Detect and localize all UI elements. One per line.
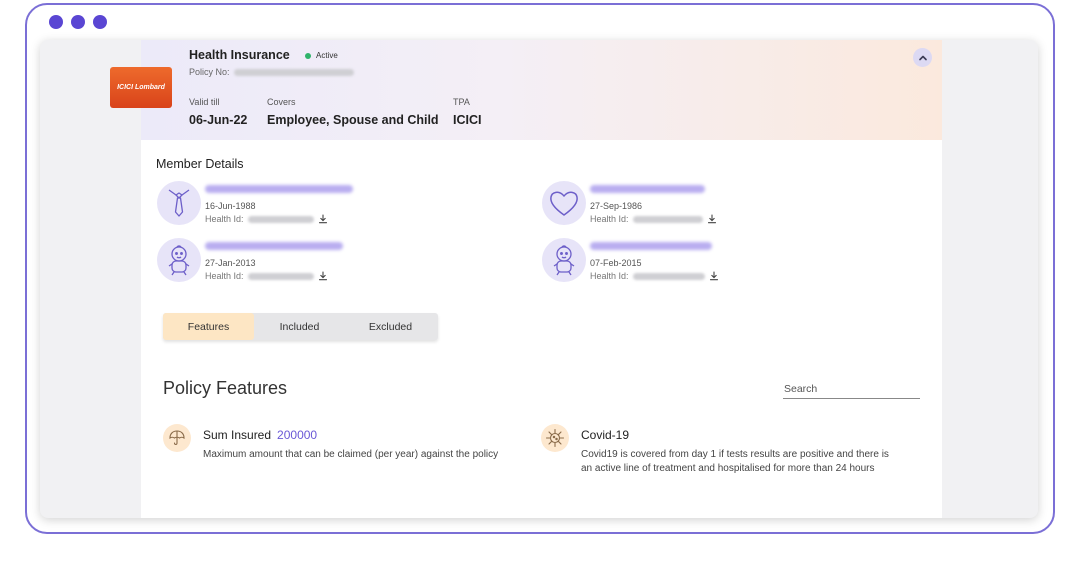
policy-header: ICICI Lombard Health Insurance Active Po… <box>110 40 942 140</box>
status-dot-icon <box>305 52 311 59</box>
search-field <box>783 379 920 399</box>
member-avatar <box>542 238 586 282</box>
baby-icon <box>553 245 575 276</box>
feature-icon <box>163 424 191 452</box>
health-id-label: Health Id: <box>205 214 244 224</box>
window-dot-icon[interactable] <box>49 15 63 29</box>
insurer-logo-text: ICICI Lombard <box>117 83 165 91</box>
download-icon[interactable] <box>709 271 719 281</box>
chevron-up-icon <box>918 55 927 60</box>
insurer-logo: ICICI Lombard <box>110 67 172 108</box>
valid-till-value: 06-Jun-22 <box>189 113 248 127</box>
collapse-button[interactable] <box>913 48 932 67</box>
member-health-id: Health Id: <box>205 271 328 281</box>
download-icon[interactable] <box>707 214 717 224</box>
member-name-redacted <box>590 242 712 250</box>
member-card: 16-Jun-1988 Health Id: <box>157 181 417 225</box>
window-dot-icon[interactable] <box>71 15 85 29</box>
member-card: 27-Sep-1986 Health Id: <box>542 181 802 225</box>
health-id-label: Health Id: <box>590 214 629 224</box>
download-icon[interactable] <box>318 271 328 281</box>
tpa-label: TPA <box>453 97 470 107</box>
member-dob: 07-Feb-2015 <box>590 258 642 268</box>
heart-icon <box>550 191 578 216</box>
member-avatar <box>542 181 586 225</box>
download-icon[interactable] <box>318 214 328 224</box>
health-id-redacted <box>632 215 703 223</box>
feature-description: Covid19 is covered from day 1 if tests r… <box>581 449 889 474</box>
policy-title: Health Insurance <box>189 48 290 62</box>
feature-description: Maximum amount that can be claimed (per … <box>203 449 499 460</box>
member-dob: 27-Sep-1986 <box>590 201 643 211</box>
window-dot-icon[interactable] <box>93 15 107 29</box>
member-name-redacted <box>205 242 343 250</box>
member-dob: 27-Jan-2013 <box>205 258 256 268</box>
member-dob: 16-Jun-1988 <box>205 201 256 211</box>
baby-icon <box>168 245 190 276</box>
tab-included[interactable]: Included <box>254 313 345 340</box>
app-screen: ICICI Lombard Health Insurance Active Po… <box>40 40 1038 518</box>
tab-features[interactable]: Features <box>163 313 254 340</box>
health-id-redacted <box>632 272 705 280</box>
member-avatar <box>157 238 201 282</box>
feature-title-text: Sum Insured <box>203 428 272 442</box>
health-id-redacted <box>247 272 314 280</box>
member-health-id: Health Id: <box>205 214 328 224</box>
status-text: Active <box>316 51 338 60</box>
feature-item: Sum Insured 200000 Maximum amount that ca… <box>163 424 523 484</box>
feature-title: Sum Insured 200000 <box>203 428 317 442</box>
virus-icon <box>545 428 565 448</box>
tab-excluded[interactable]: Excluded <box>345 313 436 340</box>
window-controls <box>49 15 107 29</box>
feature-icon <box>541 424 569 452</box>
covers-label: Covers <box>267 97 296 107</box>
member-name-redacted <box>205 185 353 193</box>
member-health-id: Health Id: <box>590 271 719 281</box>
member-name-redacted <box>590 185 705 193</box>
covers-value: Employee, Spouse and Child <box>267 113 439 127</box>
member-details-title: Member Details <box>156 157 244 171</box>
health-id-redacted <box>247 215 314 223</box>
member-card: 27-Jan-2013 Health Id: <box>157 238 417 282</box>
tie-icon <box>168 189 190 217</box>
feature-title: Covid-19 <box>581 428 630 442</box>
search-input[interactable] <box>783 383 920 395</box>
health-id-label: Health Id: <box>205 271 244 281</box>
health-id-label: Health Id: <box>590 271 629 281</box>
sum-insured-amount: 200000 <box>277 428 318 442</box>
umbrella-icon <box>169 430 185 446</box>
policy-number-redacted <box>233 68 354 76</box>
member-avatar <box>157 181 201 225</box>
feature-item: Covid-19 Covid19 is covered from day 1 i… <box>541 424 901 494</box>
policy-features-title: Policy Features <box>163 378 288 398</box>
feature-tabs: Features Included Excluded <box>163 313 438 340</box>
policy-number: Policy No: <box>189 67 354 77</box>
tpa-value: ICICI <box>453 113 482 127</box>
policy-panel: ICICI Lombard Health Insurance Active Po… <box>110 40 942 518</box>
status-badge: Active <box>305 51 338 60</box>
member-health-id: Health Id: <box>590 214 717 224</box>
member-card: 07-Feb-2015 Health Id: <box>542 238 802 282</box>
valid-till-label: Valid till <box>189 97 220 107</box>
policy-number-label: Policy No: <box>189 67 230 77</box>
